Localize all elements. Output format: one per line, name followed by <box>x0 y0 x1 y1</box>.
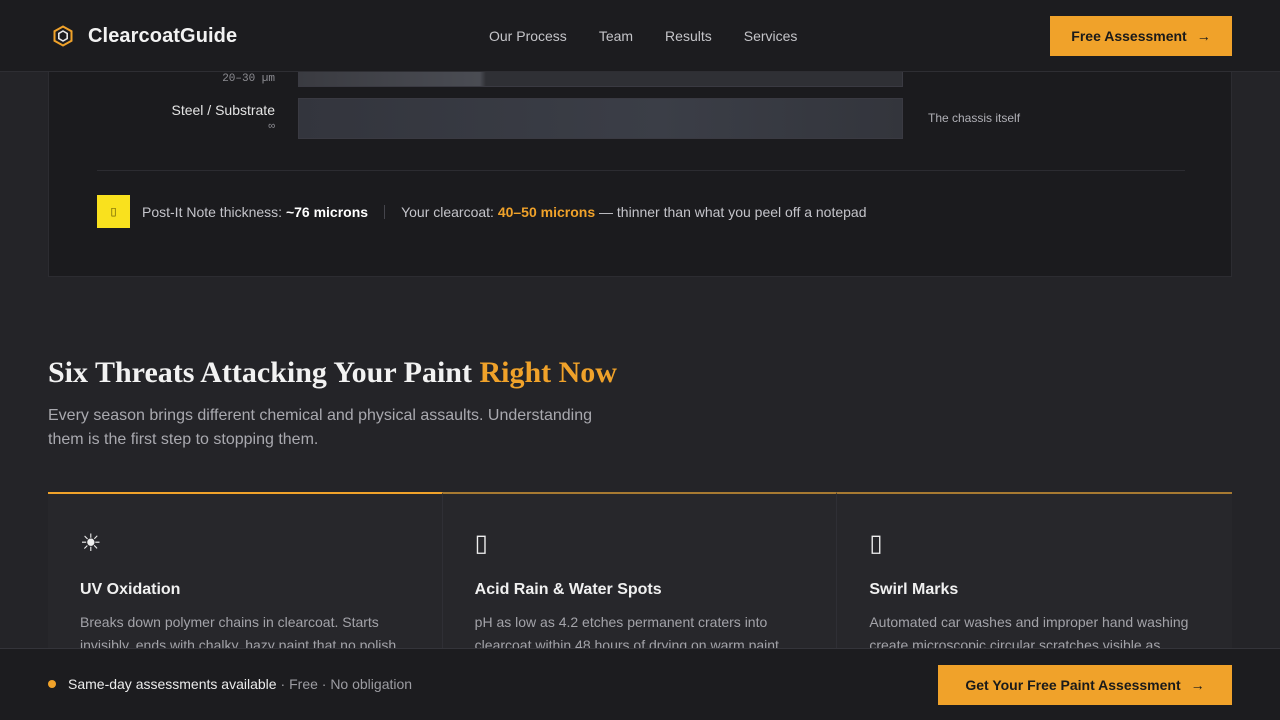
nav-link-results[interactable]: Results <box>665 27 712 45</box>
layer-name: Steel / Substrate <box>171 102 275 118</box>
layer-label: 20–30 µm <box>222 70 275 85</box>
clearcoat-value: 40–50 microns <box>497 203 596 220</box>
threat-card-acid-rain: ▯ Acid Rain & Water Spots pH as low as 4… <box>442 492 838 652</box>
threat-cards-grid: ☀ UV Oxidation Breaks down polymer chain… <box>48 492 1233 652</box>
layer-bar-steel <box>298 98 903 139</box>
threat-description: Automated car washes and improper hand w… <box>869 614 1189 652</box>
threat-title: UV Oxidation <box>80 581 181 598</box>
postit-value: ~76 microns <box>285 203 369 220</box>
threat-card-swirl-marks: ▯ Swirl Marks Automated car washes and i… <box>837 492 1233 652</box>
section-title: Six Threats Attacking Your Paint Right N… <box>48 356 617 390</box>
arrow-right-icon: → <box>1196 28 1211 44</box>
paint-layers-card: 20–30 µm Steel / Substrate ∞ The chassis… <box>48 40 1232 277</box>
comparison-divider <box>384 204 386 219</box>
section-title-main: Six Threats Attacking Your Paint <box>48 356 472 389</box>
free-assessment-label: Free Assessment <box>1071 28 1187 44</box>
layer-note: The chassis itself <box>928 111 1021 125</box>
hexagon-logo-icon <box>53 25 73 47</box>
nav-link-our-process[interactable]: Our Process <box>489 27 567 45</box>
status-extra-text: · Free · No obligation <box>280 676 413 692</box>
top-navigation-bar: ClearcoatGuide Our Process Team Results … <box>0 0 1280 72</box>
free-assessment-button[interactable]: Free Assessment → <box>1050 16 1232 56</box>
nav-link-team[interactable]: Team <box>599 27 633 45</box>
clearcoat-label: Your clearcoat: <box>401 203 494 220</box>
rain-cloud-icon: ▯ <box>474 530 488 557</box>
postit-comparison: Post-It Note thickness: ~76 microns <box>142 204 368 220</box>
status-dot-icon <box>48 680 56 688</box>
get-free-assessment-button[interactable]: Get Your Free Paint Assessment → <box>938 665 1232 705</box>
brand-logo-link[interactable]: ClearcoatGuide <box>52 22 237 50</box>
nav-link-services[interactable]: Services <box>744 27 798 45</box>
clearcoat-suffix: — thinner than what you peel off a notep… <box>599 203 867 220</box>
section-subtitle: Every season brings different chemical a… <box>48 407 592 448</box>
swirl-icon: ▯ <box>869 530 883 557</box>
threat-title: Acid Rain & Water Spots <box>474 581 662 598</box>
thickness-comparison: ▯ Post-It Note thickness: ~76 microns Yo… <box>97 195 867 228</box>
section-title-highlight: Right Now <box>479 356 617 389</box>
threat-title: Swirl Marks <box>869 581 959 598</box>
status-main-text: Same-day assessments available <box>68 676 277 692</box>
arrow-right-icon: → <box>1190 677 1205 693</box>
threat-description: pH as low as 4.2 etches permanent crater… <box>474 614 783 652</box>
sun-icon: ☀ <box>80 530 102 557</box>
clearcoat-comparison: Your clearcoat: 40–50 microns — thinner … <box>401 204 866 220</box>
threat-card-uv-oxidation: ☀ UV Oxidation Breaks down polymer chain… <box>48 492 443 652</box>
layer-label: Steel / Substrate ∞ <box>171 102 275 133</box>
sticky-cta-bar: Same-day assessments available · Free · … <box>0 648 1280 720</box>
brand-name: ClearcoatGuide <box>88 24 238 47</box>
layer-thickness: ∞ <box>268 121 275 133</box>
layer-thickness: 20–30 µm <box>222 73 275 85</box>
card-divider <box>97 170 1185 171</box>
get-free-assessment-label: Get Your Free Paint Assessment <box>965 677 1181 693</box>
availability-status: Same-day assessments available · Free · … <box>48 676 412 692</box>
postit-label: Post-It Note thickness: <box>142 203 283 220</box>
main-nav: Our Process Team Results Services <box>489 27 829 45</box>
sticky-note-icon: ▯ <box>97 195 130 228</box>
threat-description: Breaks down polymer chains in clearcoat.… <box>80 614 397 652</box>
